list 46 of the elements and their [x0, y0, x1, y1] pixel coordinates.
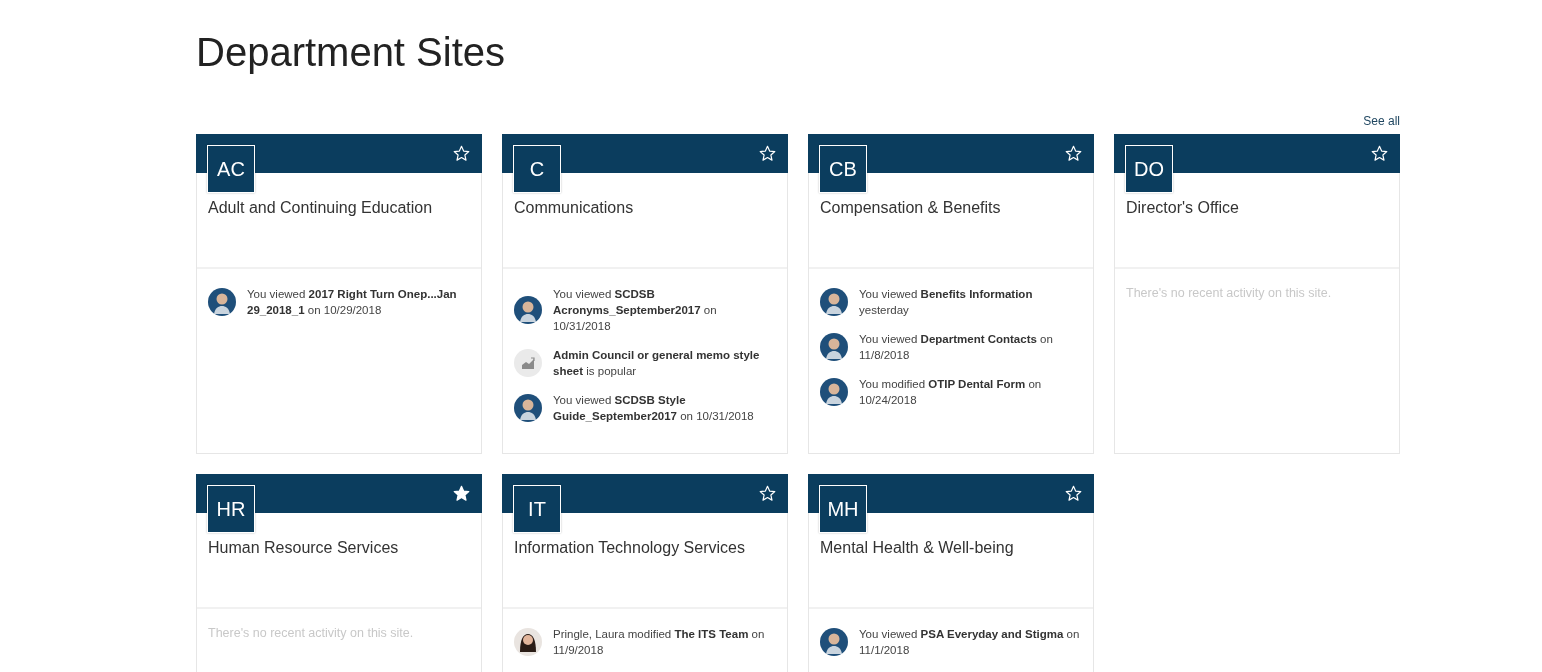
activity-text: You viewed SCDSB Acronyms_September2017 on 10/31/2018	[553, 287, 718, 334]
site-initials-tile: AC	[207, 145, 255, 193]
favorite-star-icon[interactable]	[759, 145, 776, 162]
favorite-star-icon[interactable]	[1371, 145, 1388, 162]
see-all-link[interactable]: See all	[1363, 114, 1400, 134]
site-initials-tile: MH	[819, 485, 867, 533]
site-initials-tile: C	[513, 145, 561, 193]
page-title: Department Sites	[196, 29, 507, 76]
avatar-icon	[208, 288, 236, 316]
site-card[interactable]: C Communications You viewed SCDSB Acronyms_September2017 on 10/31/2018 Admin Council or general memo style sheet is popular You viewed SCDSB Style Guide_September2017 on 10/31/2018	[502, 134, 788, 454]
activity-text: You viewed SCDSB Style Guide_September2017 on 10/31/2018	[553, 393, 755, 424]
site-initials-tile: CB	[819, 145, 867, 193]
activity-text: You viewed Benefits Information yesterday	[859, 287, 1034, 318]
site-name[interactable]: Communications	[514, 199, 776, 267]
activity-text: Pringle, Laura modified The ITS Team on 11/9/2018	[553, 627, 766, 658]
site-initials-tile: DO	[1125, 145, 1173, 193]
avatar-icon	[514, 394, 542, 422]
site-name[interactable]: Mental Health & Well-being	[820, 539, 1082, 607]
site-name[interactable]: Director's Office	[1126, 199, 1388, 267]
site-initials-tile: IT	[513, 485, 561, 533]
favorite-star-icon[interactable]	[1065, 145, 1082, 162]
site-card[interactable]: MH Mental Health & Well-being You viewed PSA Everyday and Stigma on 11/1/2018	[808, 474, 1094, 672]
site-name[interactable]: Adult and Continuing Education	[208, 199, 470, 267]
site-name[interactable]: Human Resource Services	[208, 539, 470, 607]
avatar-icon	[820, 378, 848, 406]
site-card[interactable]: AC Adult and Continuing Education You viewed 2017 Right Turn Onep...Jan 29_2018_1 on 10/29/2018	[196, 134, 482, 454]
activity-text: You viewed Department Contacts on 11/8/2018	[859, 332, 1054, 363]
site-card[interactable]: IT Information Technology Services Pringle, Laura modified The ITS Team on 11/9/2018	[502, 474, 788, 672]
avatar-icon	[514, 628, 542, 656]
site-name[interactable]: Information Technology Services	[514, 539, 776, 607]
favorite-star-icon[interactable]	[453, 145, 470, 162]
avatar-icon	[514, 296, 542, 324]
site-name[interactable]: Compensation & Benefits	[820, 199, 1082, 267]
trending-chart-icon	[514, 349, 542, 377]
activity-text: Admin Council or general memo style sheet is popular	[553, 348, 761, 379]
activity-text: You viewed 2017 Right Turn Onep...Jan 29_2018_1 on 10/29/2018	[247, 287, 458, 318]
activity-text: You modified OTIP Dental Form on 10/24/2018	[859, 377, 1043, 408]
favorite-star-icon[interactable]	[1065, 485, 1082, 502]
favorite-star-icon[interactable]	[453, 485, 470, 502]
site-card[interactable]: CB Compensation & Benefits You viewed Benefits Information yesterday You viewed Department Contacts on 11/8/2018 You modified OTIP Dental Form on 10/24/2018	[808, 134, 1094, 454]
avatar-icon	[820, 288, 848, 316]
activity-text: You viewed PSA Everyday and Stigma on 11/1/2018	[859, 627, 1081, 658]
avatar-icon	[820, 628, 848, 656]
favorite-star-icon[interactable]	[759, 485, 776, 502]
avatar-icon	[820, 333, 848, 361]
site-initials-tile: HR	[207, 485, 255, 533]
